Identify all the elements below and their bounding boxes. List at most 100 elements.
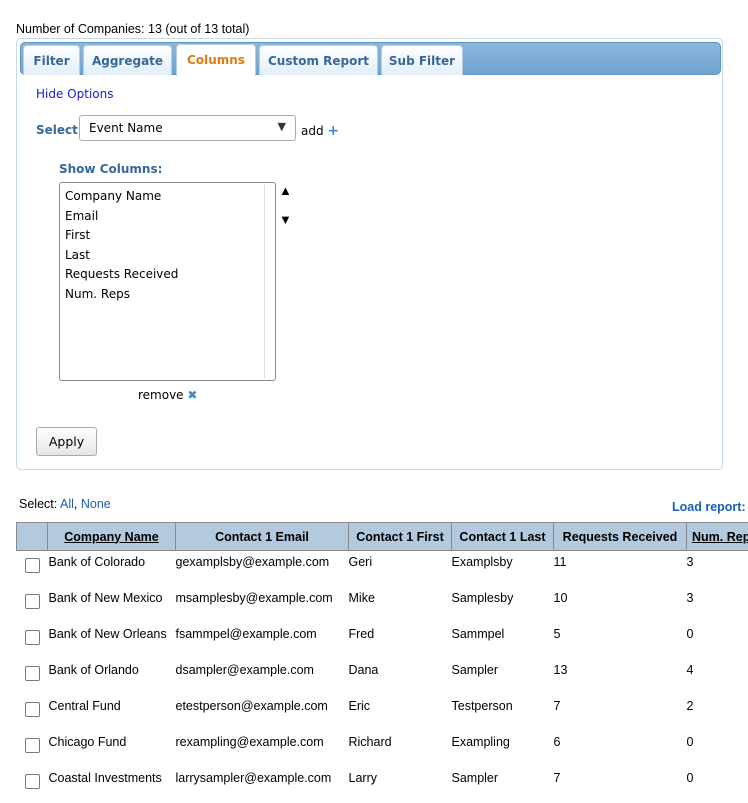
table-row: Coastal Investmentslarrysampler@example.… [17, 767, 748, 803]
row-checkbox[interactable] [25, 630, 40, 645]
row-checkbox[interactable] [25, 594, 40, 609]
row-checkbox[interactable] [25, 666, 40, 681]
cell-last-name: Samplesby [452, 587, 554, 623]
cell-first-name: Fred [349, 623, 452, 659]
header-num-reps[interactable]: Num. Rep [687, 523, 748, 551]
companies-table: Company Name Contact 1 Email Contact 1 F… [16, 522, 748, 803]
column-select[interactable]: Event Name ▼ [79, 115, 296, 141]
plus-icon: + [327, 123, 339, 139]
select-column-header [17, 523, 48, 551]
list-item[interactable]: Last [65, 246, 270, 266]
move-up-icon[interactable]: ▲ [279, 183, 292, 198]
tab-sub-filter[interactable]: Sub Filter [381, 45, 463, 75]
show-columns-label: Show Columns: [59, 162, 162, 176]
cell-email: rexampling@example.com [176, 731, 349, 767]
cell-first-name: Geri [349, 551, 452, 587]
select-all-link[interactable]: All [60, 497, 74, 511]
row-checkbox-cell [17, 659, 48, 695]
remove-button[interactable]: remove ✖ [138, 388, 197, 402]
row-checkbox[interactable] [25, 738, 40, 753]
table-row: Bank of Coloradogexamplsby@example.comGe… [17, 551, 748, 587]
cell-first-name: Larry [349, 767, 452, 803]
header-last: Contact 1 Last [452, 523, 554, 551]
select-value: Event Name [89, 121, 163, 135]
add-label: add [301, 124, 324, 138]
row-checkbox-cell [17, 731, 48, 767]
list-item[interactable]: Requests Received [65, 265, 270, 285]
cell-requests-received: 10 [554, 587, 687, 623]
cell-num-reps: 3 [687, 551, 748, 587]
row-checkbox[interactable] [25, 558, 40, 573]
header-email: Contact 1 Email [176, 523, 349, 551]
remove-label: remove [138, 388, 184, 402]
list-item[interactable]: Num. Reps [65, 285, 270, 305]
cell-num-reps: 0 [687, 623, 748, 659]
cell-num-reps: 0 [687, 767, 748, 803]
cell-last-name: Exampling [452, 731, 554, 767]
cell-first-name: Richard [349, 731, 452, 767]
list-item[interactable]: First [65, 226, 270, 246]
row-checkbox-cell [17, 623, 48, 659]
cell-requests-received: 11 [554, 551, 687, 587]
chevron-down-icon: ▼ [278, 120, 286, 133]
cell-num-reps: 3 [687, 587, 748, 623]
header-first: Contact 1 First [349, 523, 452, 551]
row-checkbox-cell [17, 587, 48, 623]
row-checkbox[interactable] [25, 774, 40, 789]
cell-first-name: Dana [349, 659, 452, 695]
cell-requests-received: 5 [554, 623, 687, 659]
cell-email: etestperson@example.com [176, 695, 349, 731]
row-checkbox-cell [17, 767, 48, 803]
select-none-link[interactable]: None [81, 497, 111, 511]
select-label: Select: [36, 123, 83, 137]
row-checkbox-cell [17, 551, 48, 587]
cell-last-name: Sammpel [452, 623, 554, 659]
close-icon: ✖ [187, 388, 197, 402]
cell-email: gexamplsby@example.com [176, 551, 349, 587]
load-report-link[interactable]: Load report: [672, 500, 746, 514]
table-row: Bank of New Mexicomsamplesby@example.com… [17, 587, 748, 623]
table-row: Bank of New Orleansfsammpel@example.comF… [17, 623, 748, 659]
cell-requests-received: 13 [554, 659, 687, 695]
cell-last-name: Sampler [452, 767, 554, 803]
cell-first-name: Mike [349, 587, 452, 623]
cell-last-name: Examplsby [452, 551, 554, 587]
cell-requests-received: 7 [554, 695, 687, 731]
cell-num-reps: 0 [687, 731, 748, 767]
table-row: Central Fundetestperson@example.comEricT… [17, 695, 748, 731]
cell-first-name: Eric [349, 695, 452, 731]
add-button[interactable]: add + [301, 123, 339, 139]
cell-email: dsampler@example.com [176, 659, 349, 695]
cell-company-name: Bank of Colorado [48, 551, 176, 587]
cell-email: larrysampler@example.com [176, 767, 349, 803]
list-item[interactable]: Company Name [65, 187, 270, 207]
header-company-name[interactable]: Company Name [48, 523, 176, 551]
cell-company-name: Bank of Orlando [48, 659, 176, 695]
cell-requests-received: 7 [554, 767, 687, 803]
tab-aggregate[interactable]: Aggregate [83, 45, 172, 75]
company-count: Number of Companies: 13 (out of 13 total… [16, 22, 249, 36]
list-item[interactable]: Email [65, 207, 270, 227]
move-down-icon[interactable]: ▼ [279, 212, 292, 227]
show-columns-list[interactable]: Company Name Email First Last Requests R… [59, 182, 276, 381]
hide-options-link[interactable]: Hide Options [36, 87, 113, 101]
tab-columns[interactable]: Columns [176, 44, 256, 76]
cell-num-reps: 2 [687, 695, 748, 731]
apply-button[interactable]: Apply [36, 427, 97, 456]
tab-filter[interactable]: Filter [23, 45, 80, 75]
cell-email: fsammpel@example.com [176, 623, 349, 659]
cell-company-name: Coastal Investments [48, 767, 176, 803]
select-all-none: Select: All, None [19, 497, 111, 511]
cell-requests-received: 6 [554, 731, 687, 767]
tab-custom-report[interactable]: Custom Report [259, 45, 378, 75]
row-checkbox[interactable] [25, 702, 40, 717]
table-row: Chicago Fundrexampling@example.comRichar… [17, 731, 748, 767]
cell-company-name: Chicago Fund [48, 731, 176, 767]
header-requests: Requests Received [554, 523, 687, 551]
cell-last-name: Testperson [452, 695, 554, 731]
cell-num-reps: 4 [687, 659, 748, 695]
cell-company-name: Bank of New Mexico [48, 587, 176, 623]
select-prefix: Select: [19, 497, 57, 511]
table-row: Bank of Orlandodsampler@example.comDanaS… [17, 659, 748, 695]
scrollbar[interactable] [264, 185, 265, 378]
